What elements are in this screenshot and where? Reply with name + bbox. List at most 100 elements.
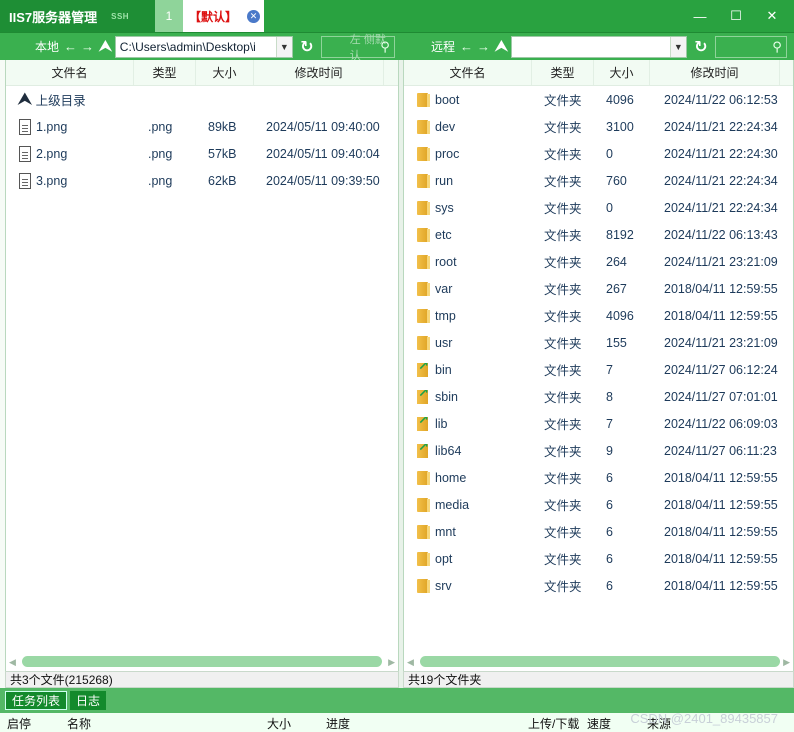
table-row[interactable]: run 文件夹 760 2024/11/21 22:24:34	[404, 167, 793, 194]
file-type: 文件夹	[544, 472, 582, 486]
minimize-button[interactable]: —	[682, 0, 718, 33]
up-directory-icon[interactable]: ⮝	[495, 38, 508, 55]
up-directory-icon[interactable]: ⮝	[99, 38, 112, 55]
scroll-left-icon[interactable]: ◀	[407, 657, 414, 668]
col-size[interactable]: 大小	[594, 60, 650, 85]
scroll-right-icon[interactable]: ▶	[388, 657, 395, 668]
folder-link-icon	[417, 362, 429, 377]
table-row[interactable]: 2.png .png 57kB 2024/05/11 09:40:04	[6, 140, 398, 167]
local-path-input[interactable]: C:\Users\admin\Desktop\i ▼	[114, 35, 293, 58]
table-row[interactable]: opt 文件夹 6 2018/04/11 12:59:55	[404, 545, 793, 572]
table-row[interactable]: 3.png .png 62kB 2024/05/11 09:39:50	[6, 167, 398, 194]
file-size: 6	[606, 524, 613, 539]
refresh-icon[interactable]: ↻	[295, 37, 319, 57]
tab-log[interactable]: 日志	[70, 691, 107, 710]
file-type: 文件夹	[544, 364, 582, 378]
tab-task-list[interactable]: 任务列表	[5, 691, 68, 710]
back-arrow-icon[interactable]: ←	[460, 39, 473, 54]
file-type: 文件夹	[544, 337, 582, 351]
file-size: 6	[606, 551, 613, 566]
table-row[interactable]: bin 文件夹 7 2024/11/27 06:12:24	[404, 356, 793, 383]
search-icon[interactable]: ⚲	[380, 39, 390, 55]
table-row[interactable]: var 文件夹 267 2018/04/11 12:59:55	[404, 275, 793, 302]
col-type[interactable]: 类型	[134, 60, 196, 85]
remote-horizontal-scrollbar[interactable]	[420, 656, 780, 667]
parent-dir-row[interactable]: ⮝ 上级目录	[6, 86, 398, 113]
file-modified: 2024/11/22 06:13:43	[664, 227, 778, 242]
file-type: 文件夹	[544, 310, 582, 324]
file-size: 7	[606, 416, 613, 431]
col-type[interactable]: 类型	[532, 60, 594, 85]
remote-path-input[interactable]: ▼	[510, 35, 687, 58]
file-type: .png	[148, 119, 173, 134]
table-row[interactable]: dev 文件夹 3100 2024/11/21 22:24:34	[404, 113, 793, 140]
file-modified: 2018/04/11 12:59:55	[664, 551, 778, 566]
table-row[interactable]: sbin 文件夹 8 2024/11/27 07:01:01	[404, 383, 793, 410]
local-horizontal-scrollbar[interactable]	[22, 656, 382, 667]
tab-number[interactable]: 1	[155, 0, 183, 32]
col-modified[interactable]: 修改时间	[254, 60, 384, 85]
task-col-size[interactable]: 大小	[267, 715, 291, 732]
local-status-bar: 共3个文件(215268)	[5, 671, 399, 688]
file-modified: 2018/04/11 12:59:55	[664, 497, 778, 512]
table-row[interactable]: lib 文件夹 7 2024/11/22 06:09:03	[404, 410, 793, 437]
folder-icon	[417, 470, 430, 485]
table-row[interactable]: root 文件夹 264 2024/11/21 23:21:09	[404, 248, 793, 275]
table-row[interactable]: mnt 文件夹 6 2018/04/11 12:59:55	[404, 518, 793, 545]
app-title-tab[interactable]: IIS7服务器管理 SSH	[0, 0, 155, 32]
task-col-speed[interactable]: 速度	[587, 715, 611, 732]
folder-name: sbin	[435, 389, 458, 404]
table-row[interactable]: boot 文件夹 4096 2024/11/22 06:12:53	[404, 86, 793, 113]
back-arrow-icon[interactable]: ←	[64, 39, 77, 54]
folder-link-icon	[417, 389, 429, 404]
table-row[interactable]: usr 文件夹 155 2024/11/21 23:21:09	[404, 329, 793, 356]
remote-search-input[interactable]: ⚲	[714, 35, 787, 58]
table-row[interactable]: 1.png .png 89kB 2024/05/11 09:40:00	[6, 113, 398, 140]
table-row[interactable]: proc 文件夹 0 2024/11/21 22:24:30	[404, 140, 793, 167]
task-col-progress[interactable]: 进度	[326, 715, 350, 732]
table-row[interactable]: srv 文件夹 6 2018/04/11 12:59:55	[404, 572, 793, 599]
forward-arrow-icon[interactable]: →	[81, 39, 94, 54]
table-row[interactable]: lib64 文件夹 9 2024/11/27 06:11:23	[404, 437, 793, 464]
file-type: 文件夹	[544, 121, 582, 135]
folder-name: bin	[435, 362, 452, 377]
col-modified[interactable]: 修改时间	[650, 60, 780, 85]
task-col-name[interactable]: 名称	[67, 715, 91, 732]
folder-icon	[417, 308, 430, 323]
tab-default[interactable]: 【默认】 ✕	[183, 0, 264, 32]
table-row[interactable]: media 文件夹 6 2018/04/11 12:59:55	[404, 491, 793, 518]
close-window-button[interactable]: ✕	[754, 0, 790, 33]
chevron-down-icon[interactable]: ▼	[275, 36, 292, 57]
forward-arrow-icon[interactable]: →	[477, 39, 490, 54]
file-modified: 2024/11/27 06:12:24	[664, 362, 778, 377]
search-icon[interactable]: ⚲	[772, 39, 782, 55]
col-size[interactable]: 大小	[196, 60, 254, 85]
folder-icon	[417, 551, 430, 566]
file-type: 文件夹	[544, 391, 582, 405]
scroll-right-icon[interactable]: ▶	[783, 657, 790, 668]
local-file-panel: 文件名 类型 大小 修改时间 ⮝ 上级目录 1.png .png 89kB 2024/…	[5, 60, 399, 671]
refresh-icon[interactable]: ↻	[689, 37, 713, 57]
task-col-start-stop[interactable]: 启停	[7, 715, 31, 732]
folder-icon	[417, 92, 430, 107]
local-search-input[interactable]: 左 侧默认 ⚲	[320, 34, 395, 62]
table-row[interactable]: home 文件夹 6 2018/04/11 12:59:55	[404, 464, 793, 491]
file-type: .png	[148, 146, 173, 161]
remote-label: 远程	[431, 40, 456, 54]
col-name[interactable]: 文件名	[6, 60, 134, 85]
folder-name: home	[435, 470, 467, 485]
col-name[interactable]: 文件名	[404, 60, 532, 85]
scroll-left-icon[interactable]: ◀	[9, 657, 16, 668]
remote-toolbar: 远程 ← → ⮝ ▼ ↻ ⚲	[400, 33, 794, 60]
file-modified: 2024/11/21 22:24:34	[664, 173, 778, 188]
title-bar: IIS7服务器管理 SSH 1 【默认】 ✕ — ☐ ✕	[0, 0, 794, 33]
table-row[interactable]: tmp 文件夹 4096 2018/04/11 12:59:55	[404, 302, 793, 329]
tab-close-icon[interactable]: ✕	[247, 10, 260, 23]
maximize-button[interactable]: ☐	[718, 0, 754, 33]
folder-icon	[417, 524, 430, 539]
file-icon	[19, 145, 31, 162]
task-col-direction[interactable]: 上传/下载	[528, 715, 579, 732]
chevron-down-icon[interactable]: ▼	[669, 36, 686, 57]
table-row[interactable]: sys 文件夹 0 2024/11/21 22:24:34	[404, 194, 793, 221]
table-row[interactable]: etc 文件夹 8192 2024/11/22 06:13:43	[404, 221, 793, 248]
